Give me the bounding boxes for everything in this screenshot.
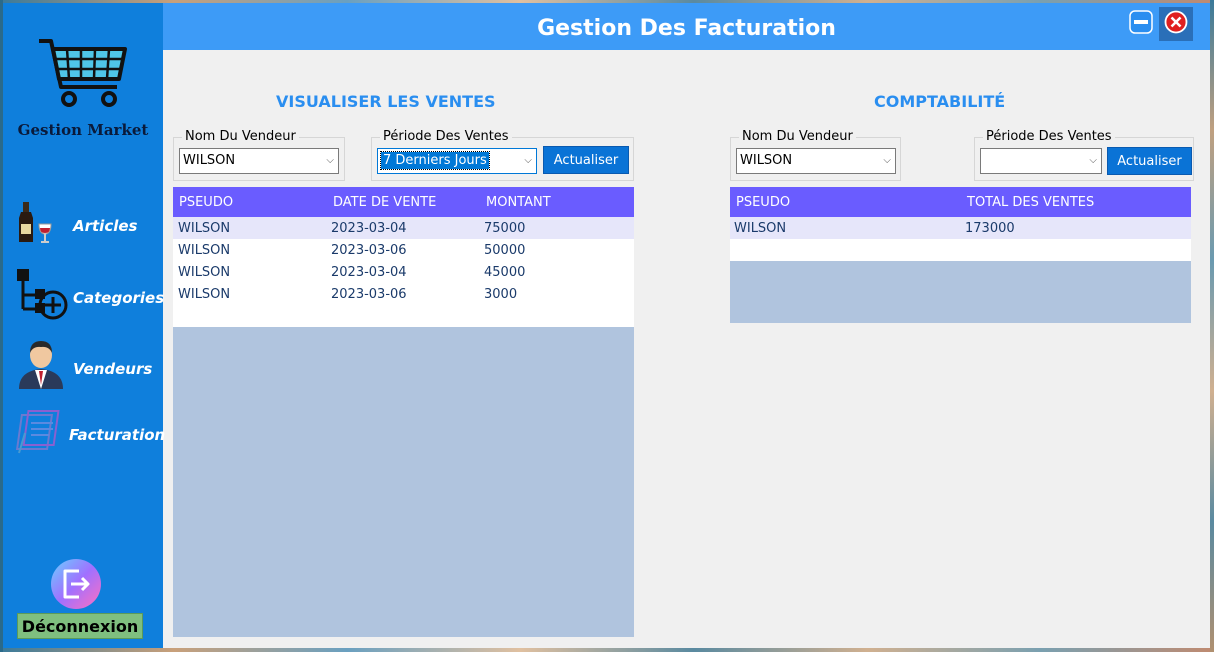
table-cell: 2023-03-04	[331, 265, 407, 280]
sidebar-item-label: Vendeurs	[73, 360, 153, 378]
sidebar-item-label: Categories	[73, 289, 165, 307]
table-cell: WILSON	[178, 265, 231, 280]
shopping-cart-icon	[37, 37, 127, 113]
sidebar-item-vendeurs[interactable]: Vendeurs	[3, 335, 163, 391]
table-cell: 3000	[484, 287, 518, 302]
table-row[interactable]: WILSON 2023-03-04 45000	[173, 261, 634, 284]
compta-vendeur-select[interactable]: WILSON ⌵	[736, 148, 896, 174]
compta-vendeur-value: WILSON	[740, 153, 793, 168]
ventes-vendeur-label: Nom Du Vendeur	[182, 129, 299, 144]
table-row[interactable]: WILSON 2023-03-06 50000	[173, 239, 634, 262]
app-window: Gestion Market Articles Categories Vende…	[3, 3, 1210, 648]
sidebar-item-articles[interactable]: Articles	[3, 198, 163, 254]
table-cell: 2023-03-04	[331, 221, 407, 236]
column-header[interactable]: DATE DE VENTE	[333, 195, 436, 210]
compta-periode-group: Période Des Ventes ⌵ Actualiser	[974, 129, 1194, 181]
table-row[interactable]: WILSON 173000	[730, 217, 1191, 240]
minimize-icon	[1129, 10, 1153, 38]
desktop-background-bottom	[0, 648, 1214, 652]
compta-vendeur-label: Nom Du Vendeur	[739, 129, 856, 144]
table-cell: 50000	[484, 243, 526, 258]
table-row[interactable]: WILSON 2023-03-06 3000	[173, 283, 634, 306]
sidebar-item-facturation[interactable]: Facturation	[3, 403, 166, 459]
ventes-periode-value: 7 Derniers Jours	[380, 151, 490, 170]
minimize-button[interactable]	[1124, 7, 1158, 41]
ventes-vendeur-select[interactable]: WILSON ⌵	[179, 148, 339, 174]
close-icon	[1164, 10, 1188, 38]
logout-icon[interactable]	[51, 559, 101, 609]
compta-periode-select[interactable]: ⌵	[980, 148, 1102, 174]
chevron-down-icon: ⌵	[1089, 155, 1097, 166]
table-new-row[interactable]	[730, 239, 1191, 261]
table-cell: 2023-03-06	[331, 243, 407, 258]
column-header[interactable]: TOTAL DES VENTES	[967, 195, 1094, 210]
ventes-table-header: PSEUDO DATE DE VENTE MONTANT	[173, 187, 634, 217]
window-title: Gestion Des Facturation	[537, 16, 836, 41]
desktop-background-right	[1210, 0, 1214, 652]
ventes-vendeur-group: Nom Du Vendeur WILSON ⌵	[173, 129, 345, 181]
column-header[interactable]: MONTANT	[486, 195, 551, 210]
table-cell: 45000	[484, 265, 526, 280]
ventes-refresh-button[interactable]: Actualiser	[543, 146, 629, 174]
sidebar-item-label: Facturation	[69, 426, 166, 444]
sidebar-item-label: Articles	[73, 217, 138, 235]
table-cell: WILSON	[178, 287, 231, 302]
close-button[interactable]	[1159, 7, 1193, 41]
sidebar: Gestion Market Articles Categories Vende…	[3, 3, 166, 648]
compta-section-title: COMPTABILITÉ	[874, 92, 1006, 111]
chevron-down-icon: ⌵	[524, 155, 532, 166]
app-logo-text: Gestion Market	[17, 121, 149, 139]
table-cell: WILSON	[178, 221, 231, 236]
table-cell: WILSON	[734, 221, 787, 236]
table-cell: WILSON	[178, 243, 231, 258]
ventes-table[interactable]: PSEUDO DATE DE VENTE MONTANT WILSON 2023…	[173, 187, 634, 637]
invoice-icon	[15, 407, 69, 459]
column-header[interactable]: PSEUDO	[179, 195, 233, 210]
compta-table-header: PSEUDO TOTAL DES VENTES	[730, 187, 1191, 217]
compta-refresh-button[interactable]: Actualiser	[1107, 147, 1192, 175]
ventes-section-title: VISUALISER LES VENTES	[276, 92, 496, 111]
table-new-row[interactable]	[173, 305, 634, 327]
chevron-down-icon: ⌵	[883, 155, 891, 166]
column-header[interactable]: PSEUDO	[736, 195, 790, 210]
wine-bottle-icon	[17, 202, 53, 248]
compta-vendeur-group: Nom Du Vendeur WILSON ⌵	[730, 129, 901, 181]
table-row[interactable]: WILSON 2023-03-04 75000	[173, 217, 634, 240]
businessman-icon	[17, 337, 65, 393]
compta-periode-label: Période Des Ventes	[983, 129, 1115, 144]
chevron-down-icon: ⌵	[326, 155, 334, 166]
ventes-periode-label: Période Des Ventes	[380, 129, 512, 144]
ventes-periode-group: Période Des Ventes 7 Derniers Jours ⌵ Ac…	[371, 129, 634, 181]
title-bar: Gestion Des Facturation	[163, 3, 1210, 50]
logout-button[interactable]: Déconnexion	[17, 613, 143, 639]
compta-table[interactable]: PSEUDO TOTAL DES VENTES WILSON 173000	[730, 187, 1191, 323]
category-add-icon	[15, 267, 69, 325]
sidebar-item-categories[interactable]: Categories	[3, 265, 165, 321]
ventes-periode-select[interactable]: 7 Derniers Jours ⌵	[377, 148, 537, 174]
ventes-vendeur-value: WILSON	[183, 153, 236, 168]
table-cell: 173000	[965, 221, 1015, 236]
table-cell: 75000	[484, 221, 526, 236]
table-cell: 2023-03-06	[331, 287, 407, 302]
